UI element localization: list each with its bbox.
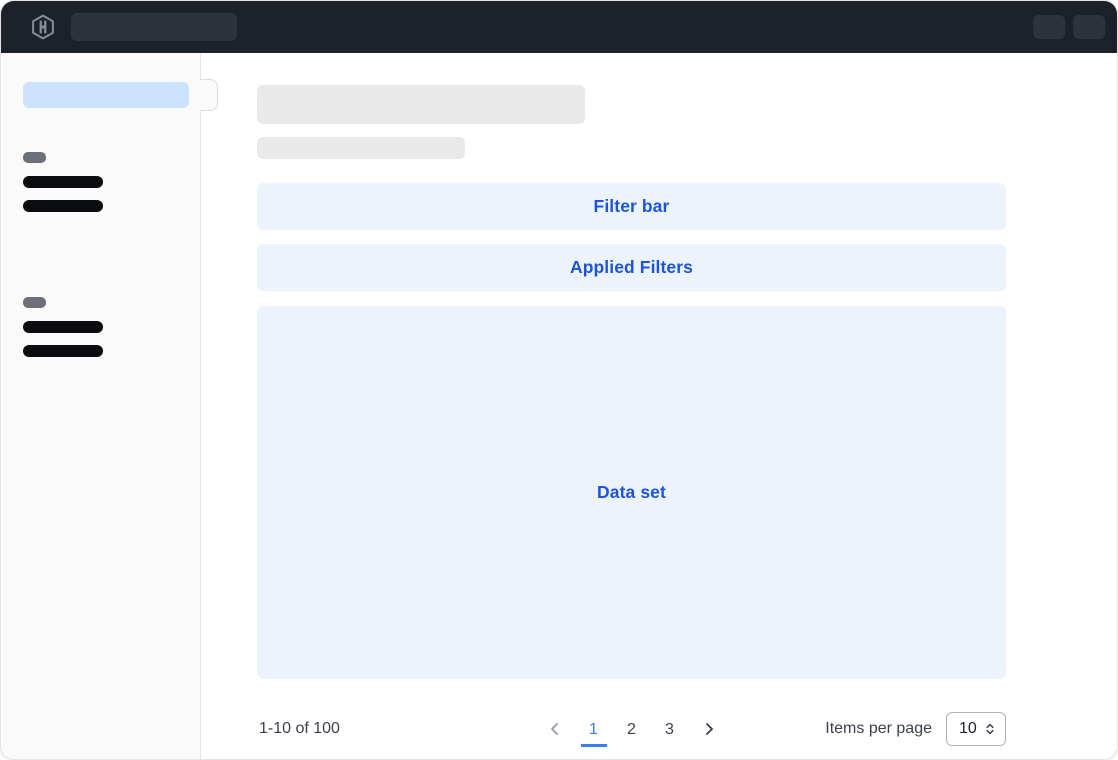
sidebar-item-placeholder-3[interactable]: [23, 321, 103, 333]
unfold-more-icon: [983, 722, 997, 736]
header-nav-placeholder[interactable]: [71, 13, 237, 41]
sidebar-item-placeholder-2[interactable]: [23, 200, 103, 212]
app-window: Filter bar Applied Filters Data set 1-10…: [0, 0, 1118, 760]
items-per-page-value: 10: [959, 720, 977, 738]
hashicorp-logo-icon[interactable]: [29, 13, 57, 41]
applied-filters-section: Applied Filters: [257, 244, 1006, 291]
sidebar-item-placeholder-4[interactable]: [23, 345, 103, 357]
items-per-page-label: Items per page: [825, 720, 932, 738]
sidebar-active-item-placeholder[interactable]: [23, 82, 189, 108]
items-per-page-control: Items per page 10: [825, 712, 1006, 746]
sidebar-section-label-placeholder-1: [23, 152, 46, 163]
items-per-page-select[interactable]: 10: [946, 712, 1006, 746]
data-set-label: Data set: [597, 482, 666, 503]
app-header: [1, 1, 1117, 53]
previous-page-button[interactable]: [541, 712, 569, 746]
page-subtitle-placeholder: [257, 137, 465, 159]
data-set-section: Data set: [257, 306, 1006, 679]
page-button-1[interactable]: 1: [581, 711, 607, 747]
next-page-button[interactable]: [695, 712, 723, 746]
chevron-left-icon: [547, 721, 563, 737]
header-action-placeholder-2[interactable]: [1073, 15, 1105, 39]
pagination-bar: 1-10 of 100 1 2 3 Items per page: [257, 709, 1006, 749]
sidebar: [1, 53, 201, 760]
applied-filters-label: Applied Filters: [570, 257, 693, 278]
page-title-placeholder: [257, 85, 585, 124]
page-button-3[interactable]: 3: [657, 711, 683, 747]
filter-bar-label: Filter bar: [594, 196, 670, 217]
header-action-placeholder-1[interactable]: [1033, 15, 1065, 39]
sidebar-toggle-button[interactable]: [200, 79, 218, 111]
sidebar-section-label-placeholder-2: [23, 297, 46, 308]
hashicorp-hexagon-h-icon: [29, 13, 57, 41]
filter-bar-section: Filter bar: [257, 183, 1006, 230]
page-button-2[interactable]: 2: [619, 711, 645, 747]
sidebar-item-placeholder-1[interactable]: [23, 176, 103, 188]
chevron-right-icon: [701, 721, 717, 737]
